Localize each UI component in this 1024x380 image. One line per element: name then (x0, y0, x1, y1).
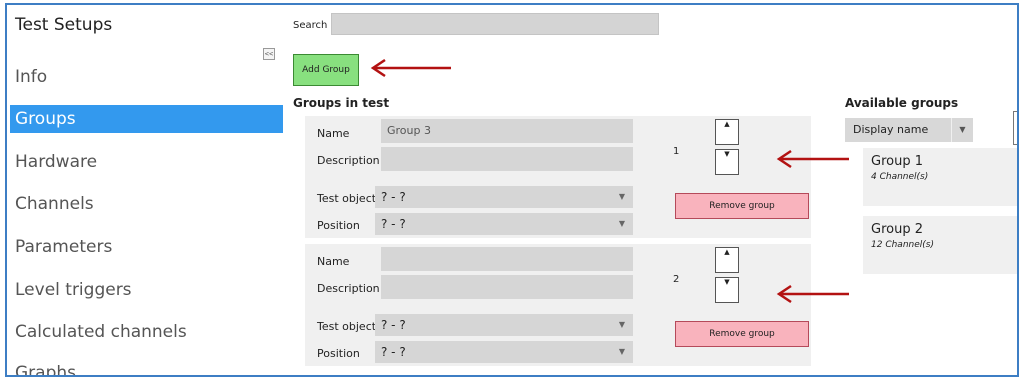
test-object-label: Test object (317, 320, 377, 333)
available-group-channel-count: 12 Channel(s) (871, 240, 934, 250)
name-field[interactable]: Group 3 (381, 119, 633, 143)
add-group-button[interactable]: Add Group (293, 54, 359, 86)
description-label: Description (317, 154, 380, 167)
chevron-down-icon: ▼ (618, 219, 626, 228)
position-value: ? - ? (381, 217, 406, 231)
collapse-sidebar-button[interactable]: << (263, 48, 275, 60)
group-order-number: 2 (673, 274, 680, 285)
chevron-down-icon: ▼ (951, 118, 973, 142)
sidebar-item-label: Level triggers (15, 280, 132, 300)
available-groups-title: Available groups (845, 96, 959, 110)
sidebar-item-info[interactable]: Info (10, 63, 283, 91)
chevron-down-icon: ▼ (618, 320, 626, 329)
position-select[interactable]: ? - ? ▼ (375, 213, 633, 235)
test-object-value: ? - ? (381, 190, 406, 204)
chevron-down-icon: ▼ (618, 347, 626, 356)
sidebar-item-label: Parameters (15, 237, 113, 257)
available-group-name: Group 2 (871, 222, 923, 237)
name-field[interactable] (381, 247, 633, 271)
group-panel: Name Description Test object ? - ? ▼ Pos… (305, 244, 811, 366)
remove-group-button[interactable]: Remove group (675, 193, 809, 219)
position-label: Position (317, 347, 360, 360)
arrow-up-icon: ▲ (724, 120, 730, 128)
chevron-down-icon: ▼ (618, 192, 626, 201)
move-up-button[interactable]: ▲ (715, 119, 739, 145)
sidebar-item-label: Info (15, 67, 48, 87)
sidebar-item-groups[interactable]: Groups (10, 105, 283, 133)
available-group-card[interactable]: Group 2 12 Channel(s) (863, 216, 1017, 274)
name-label: Name (317, 127, 350, 140)
test-object-label: Test object (317, 192, 377, 205)
name-label: Name (317, 255, 350, 268)
groups-in-test-title: Groups in test (293, 96, 390, 110)
test-object-select[interactable]: ? - ? ▼ (375, 314, 633, 336)
test-setups-window: Test Setups << Info Groups Hardware Chan… (5, 3, 1019, 377)
sidebar-item-label: Hardware (15, 152, 98, 172)
test-object-select[interactable]: ? - ? ▼ (375, 186, 633, 208)
arrow-down-icon: ▼ (724, 150, 730, 158)
move-up-button[interactable]: ▲ (715, 247, 739, 273)
annotation-arrow-icon (370, 58, 451, 78)
sort-by-value: Display name (853, 123, 929, 136)
app-title: Test Setups (15, 15, 113, 35)
move-down-button[interactable]: ▼ (715, 277, 739, 303)
group-order-number: 1 (673, 146, 680, 157)
sidebar-item-label: Channels (15, 194, 94, 214)
arrow-up-icon: ▲ (724, 248, 730, 256)
sidebar-item-level-triggers[interactable]: Level triggers (10, 276, 283, 304)
description-field[interactable] (381, 147, 633, 171)
sidebar: Test Setups << Info Groups Hardware Chan… (7, 5, 285, 377)
description-label: Description (317, 282, 380, 295)
remove-group-button[interactable]: Remove group (675, 321, 809, 347)
group-panel: Name Group 3 Description Test object ? -… (305, 116, 811, 238)
position-value: ? - ? (381, 345, 406, 359)
sidebar-item-parameters[interactable]: Parameters (10, 233, 283, 261)
sidebar-item-channels[interactable]: Channels (10, 190, 283, 218)
annotation-arrow-icon (776, 284, 849, 304)
description-field[interactable] (381, 275, 633, 299)
arrow-down-icon: ▼ (724, 278, 730, 286)
available-group-card[interactable]: Group 1 4 Channel(s) (863, 148, 1017, 206)
sort-by-select[interactable]: Display name ▼ (845, 118, 973, 142)
sidebar-item-hardware[interactable]: Hardware (10, 148, 283, 176)
available-groups-search-input[interactable] (1013, 111, 1017, 145)
test-object-value: ? - ? (381, 318, 406, 332)
available-group-channel-count: 4 Channel(s) (871, 172, 929, 182)
search-label: Search (293, 20, 328, 31)
sidebar-item-label: Groups (15, 109, 76, 129)
position-select[interactable]: ? - ? ▼ (375, 341, 633, 363)
sidebar-item-label: Calculated channels (15, 322, 187, 342)
annotation-arrow-icon (776, 149, 849, 169)
sidebar-item-label: Graphs (15, 363, 77, 377)
sidebar-item-calculated-channels[interactable]: Calculated channels (10, 318, 283, 346)
available-group-name: Group 1 (871, 154, 923, 169)
search-input[interactable] (331, 13, 659, 35)
move-down-button[interactable]: ▼ (715, 149, 739, 175)
sidebar-item-graphs[interactable]: Graphs (10, 359, 283, 377)
position-label: Position (317, 219, 360, 232)
